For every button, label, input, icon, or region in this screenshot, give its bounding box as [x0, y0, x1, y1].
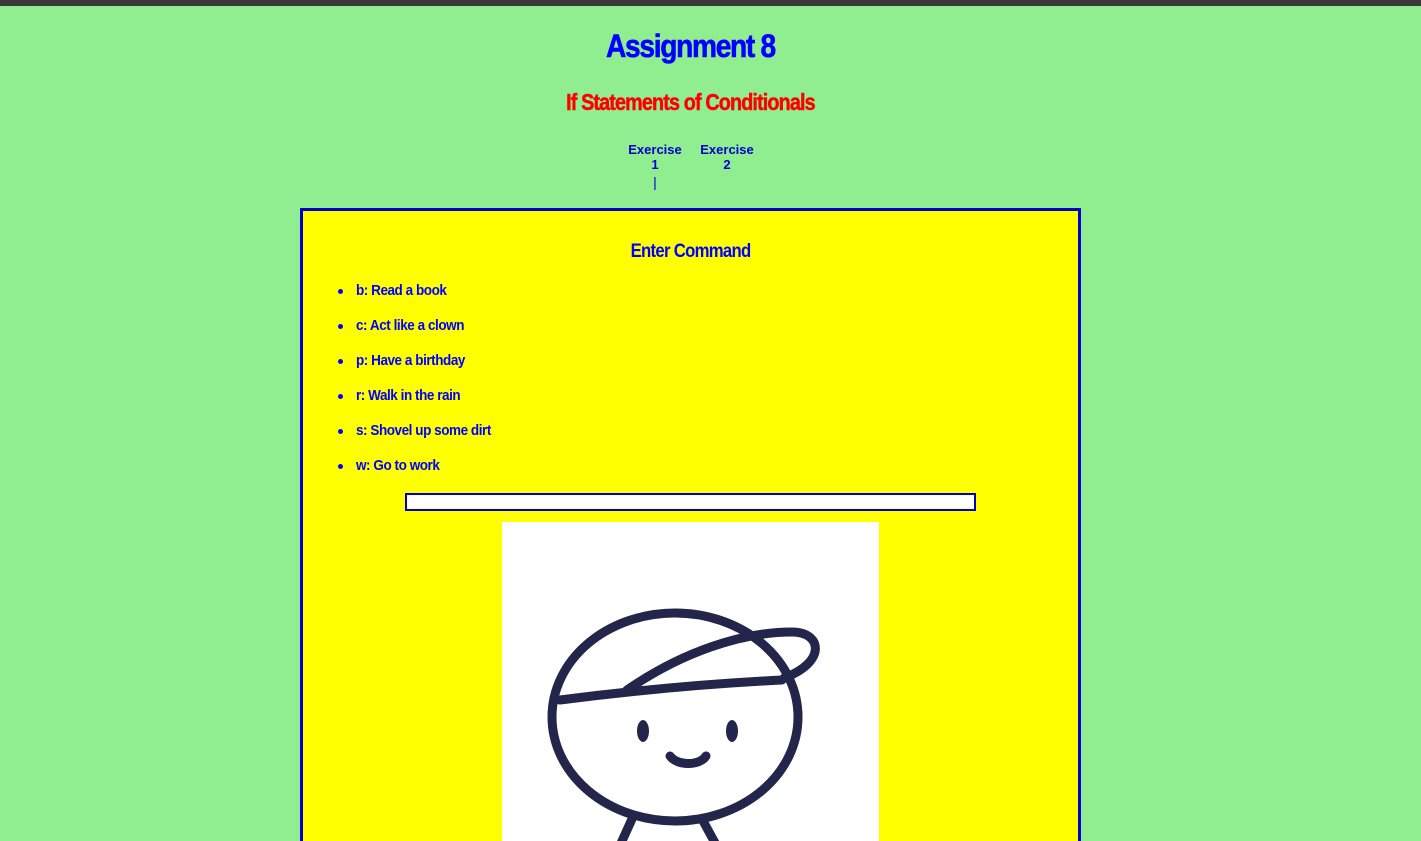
bullet-icon	[338, 324, 343, 329]
bullet-icon	[338, 429, 343, 434]
command-input[interactable]	[405, 493, 976, 511]
nav-link-exercise-1[interactable]: Exercise 1	[625, 142, 685, 172]
bullet-icon	[338, 359, 343, 364]
command-panel: Enter Command b: Read a book c: Act like…	[300, 208, 1081, 841]
command-text: w: Go to work	[356, 457, 440, 474]
command-text: p: Have a birthday	[356, 352, 465, 369]
command-text: c: Act like a clown	[356, 317, 464, 334]
page-subtitle: If Statements of Conditionals	[566, 89, 816, 116]
nav-link-number: 2	[723, 157, 731, 172]
list-item: r: Walk in the rain	[336, 386, 506, 421]
nav-link-exercise-2[interactable]: Exercise 2	[697, 142, 757, 172]
list-item: p: Have a birthday	[336, 351, 506, 386]
list-item: s: Shovel up some dirt	[336, 421, 506, 456]
cartoon-boy-icon	[547, 608, 820, 841]
list-item: b: Read a book	[336, 281, 506, 316]
bullet-icon	[338, 394, 343, 399]
command-text: r: Walk in the rain	[356, 387, 461, 404]
nav-link-number: 1	[651, 157, 659, 172]
list-item: c: Act like a clown	[336, 316, 506, 351]
nav-separator: |	[653, 174, 657, 190]
exercise-nav: Exercise 1 | Exercise 2	[0, 142, 1421, 192]
bullet-icon	[338, 289, 343, 294]
list-item: w: Go to work	[336, 456, 506, 491]
page-title: Assignment 8	[606, 28, 777, 65]
command-list: b: Read a book c: Act like a clown p: Ha…	[336, 281, 506, 491]
panel-heading: Enter Command	[630, 241, 752, 262]
nav-link-label: Exercise	[628, 142, 682, 157]
command-text: b: Read a book	[356, 282, 447, 299]
result-image	[502, 522, 879, 841]
bullet-icon	[338, 464, 343, 469]
command-text: s: Shovel up some dirt	[356, 422, 491, 439]
nav-link-label: Exercise	[700, 142, 754, 157]
browser-top-bar	[0, 0, 1421, 6]
